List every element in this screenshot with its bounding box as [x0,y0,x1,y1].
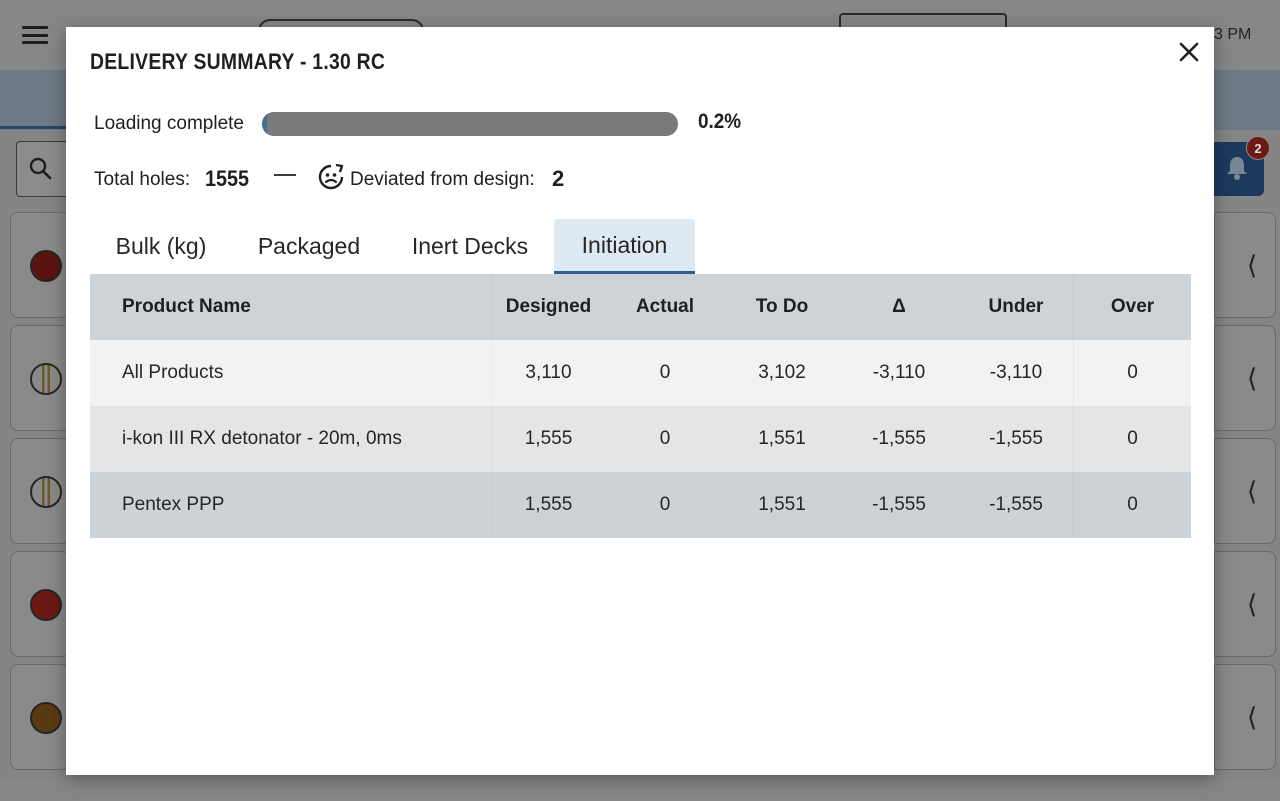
table-row[interactable]: Pentex PPP 1,555 0 1,551 -1,555 -1,555 0 [90,472,1191,538]
column-header[interactable]: To Do [725,274,839,340]
product-tabs: Bulk (kg) Packaged Inert Decks Initiatio… [90,219,695,274]
total-holes-value: 1555 [205,166,250,191]
deviation-icon [318,163,344,190]
column-header[interactable]: Under [959,274,1073,340]
table-header-row: Product Name Designed Actual To Do Δ Und… [90,274,1191,340]
actual-cell: 0 [659,362,671,383]
product-name-cell: All Products [122,362,224,383]
bell-icon [1227,157,1247,180]
table-row[interactable]: i-kon III RX detonator - 20m, 0ms 1,555 … [90,406,1191,472]
app-footer [0,779,1280,801]
column-header[interactable]: Designed [491,274,605,340]
column-header[interactable]: Over [1073,274,1191,340]
shovel-status-icon [30,702,62,734]
search-icon [29,157,52,180]
actual-cell: 0 [659,428,671,449]
under-cell: -3,110 [989,362,1043,383]
over-cell: 0 [1073,406,1191,472]
notification-count-badge: 2 [1246,136,1270,160]
loading-label: Loading complete [94,113,244,134]
actual-cell: 0 [659,494,671,515]
delta-cell: -1,555 [872,428,926,449]
column-header[interactable]: Actual [605,274,725,340]
status-dot-icon [30,476,62,508]
hole-card-expand[interactable]: ⟨ [1214,438,1276,544]
stats-separator [274,174,296,176]
app-active-tab-indicator [0,126,66,129]
total-holes-label: Total holes: [94,169,191,190]
under-cell: -1,555 [989,428,1043,449]
hamburger-menu-icon[interactable] [22,26,48,44]
close-icon[interactable] [1174,37,1204,67]
delivery-table: Product Name Designed Actual To Do Δ Und… [90,274,1191,538]
tab-inert-decks[interactable]: Inert Decks [386,219,554,274]
todo-cell: 1,551 [758,494,806,515]
hole-card-expand[interactable]: ⟨ [1214,551,1276,657]
loading-percent: 0.2% [698,110,742,133]
delivery-summary-dialog: DELIVERY SUMMARY - 1.30 RC Loading compl… [66,27,1214,775]
designed-cell: 1,555 [491,406,605,472]
deviated-label: Deviated from design: [350,169,535,190]
delta-cell: -3,110 [872,362,926,383]
loading-progress-fill [262,112,267,136]
hole-card-expand[interactable]: ⟨ [1214,664,1276,770]
dialog-title: DELIVERY SUMMARY - 1.30 RC [90,49,386,74]
designed-cell: 1,555 [491,472,605,538]
tab-initiation[interactable]: Initiation [554,219,695,274]
column-header[interactable]: Δ [839,274,959,340]
product-name-cell: i-kon III RX detonator - 20m, 0ms [122,428,402,449]
delta-cell: -1,555 [872,494,926,515]
tab-bulk[interactable]: Bulk (kg) [90,219,232,274]
loading-progress-bar [262,112,678,136]
designed-cell: 3,110 [491,340,605,406]
column-header[interactable]: Product Name [90,274,491,340]
product-name-cell: Pentex PPP [122,494,225,515]
over-cell: 0 [1073,340,1191,406]
todo-cell: 3,102 [758,362,806,383]
under-cell: -1,555 [989,494,1043,515]
tab-packaged[interactable]: Packaged [232,219,386,274]
table-row[interactable]: All Products 3,110 0 3,102 -3,110 -3,110… [90,340,1191,406]
hole-card-expand[interactable]: ⟨ [1214,212,1276,318]
status-dot-icon [30,250,62,282]
todo-cell: 1,551 [758,428,806,449]
deviated-value: 2 [552,166,565,191]
drill-status-icon [30,589,62,621]
clock-text: 3 PM [1214,26,1252,43]
status-dot-icon [30,363,62,395]
over-cell: 0 [1073,472,1191,538]
hole-card-expand[interactable]: ⟨ [1214,325,1276,431]
